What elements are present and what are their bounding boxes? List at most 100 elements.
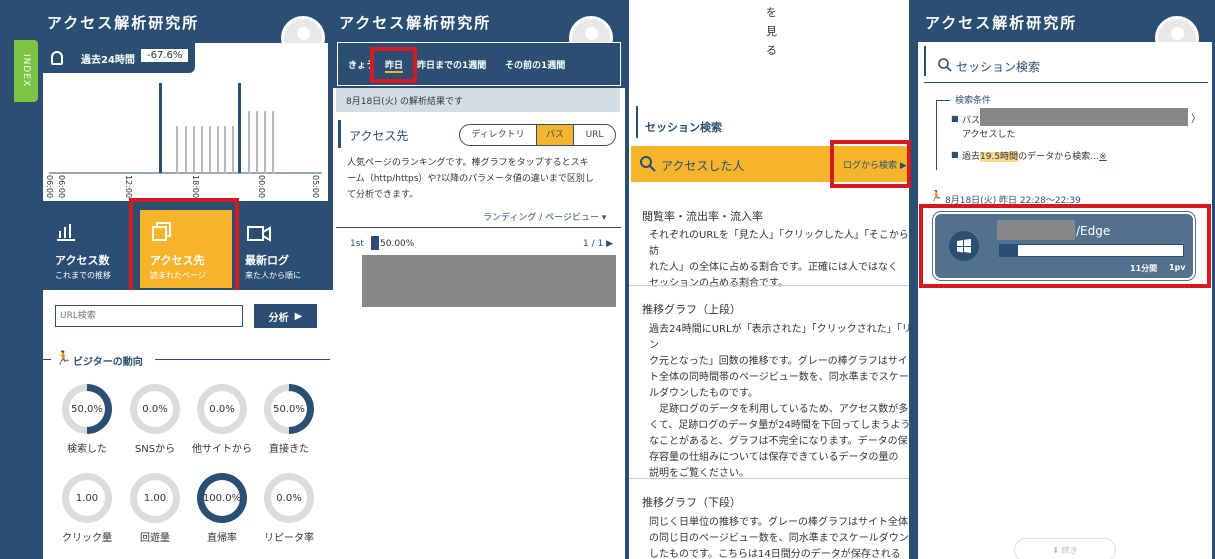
chart-area: 過去24時間 -67.6% 06:00 06:00 12:00 18:00 00…: [43, 43, 328, 201]
cond-bracket-top: [936, 100, 950, 101]
divider-line: [43, 359, 51, 360]
index-tab-label: INDEX: [21, 54, 31, 88]
rank-bar: [371, 236, 379, 250]
donut-chart: 0.0%: [264, 473, 314, 523]
rank-label: 1st: [350, 239, 364, 249]
donut-label: クリック量: [62, 533, 112, 544]
donut-value: 0.0%: [204, 391, 240, 427]
donut-chart: 50.0%: [62, 384, 112, 434]
para-line: の同じ日のページビュー数を、同水準までスケールダウン: [649, 533, 909, 544]
panel-session-search: アクセス解析研究所 セッション検索 検索条件 ■ パス 〉 アクセスした ■ 過…: [915, 0, 1215, 559]
search-icon: [938, 58, 952, 72]
download-icon: ⬇: [1052, 545, 1062, 555]
cond-period: 過去19.5時間のデータから検索…※: [962, 149, 1107, 162]
description: 人気ページのランキングです。棒グラフをタップするとスキ ーム（http/http…: [347, 155, 594, 203]
para-line: 過去24時間にURLが「表示された」「クリックされた」「リン: [649, 324, 912, 351]
donut-value: 50.0%: [69, 391, 105, 427]
divider-line: [629, 285, 909, 286]
more-label: 続き: [1061, 545, 1078, 555]
help-para: それぞれのURLを「見た人」「クリックした人」「そこから訪 れた人」の全体に占め…: [649, 228, 915, 292]
donut-label: 回遊量: [140, 533, 170, 544]
para-line: 存容量の仕組みについては保存できているデータの量の: [649, 452, 899, 463]
pager[interactable]: 1 / 1 ▶: [583, 239, 613, 249]
seg-directory[interactable]: ディレクトリ: [460, 125, 536, 145]
tile-title: 最新ログ: [245, 254, 289, 267]
video-icon: [247, 226, 271, 242]
seg-path[interactable]: パス: [536, 125, 574, 145]
redacted-block: [362, 255, 616, 307]
sort-dropdown[interactable]: ランディング / ページビュー ▾: [483, 210, 606, 223]
help-title: セッション検索: [645, 121, 722, 134]
vertical-text: 見: [766, 25, 777, 38]
bullet: ■: [951, 114, 959, 123]
donut-value: 0.0%: [271, 480, 307, 516]
para-line: ト全体の同時間帯のページビュー数を、同水準までスケー: [649, 372, 909, 383]
axis-tick: 18:00: [191, 175, 200, 199]
tab-week[interactable]: 昨日までの1週間: [417, 58, 486, 71]
url-search-input[interactable]: [55, 305, 243, 327]
divider-line: [336, 227, 621, 228]
para-line: れた人」の全体に占める割合です。正確には人ではなく: [649, 262, 898, 273]
cond-label: 検索条件: [955, 96, 992, 106]
bullet: ■: [951, 150, 959, 159]
donut-value: 100.0%: [203, 480, 241, 516]
donut-chart: 50.0%: [264, 384, 314, 434]
tile-sub: これまでの推移: [55, 271, 111, 280]
site-logo: アクセス解析研究所: [339, 14, 492, 32]
highlight-box: [919, 204, 1211, 288]
cond-path: パス: [962, 116, 981, 126]
axis-tick: 06:00: [57, 175, 66, 199]
bar-chart-icon: [57, 224, 75, 241]
vertical-text: を: [766, 6, 777, 19]
highlight-box: [830, 140, 911, 188]
cond-bracket: [936, 100, 937, 170]
donut-chart: 1.00: [62, 473, 112, 523]
title-line: [636, 106, 638, 138]
date-banner: 8月18日(火) の解析結果です: [336, 88, 620, 112]
runner-icon: 🏃: [55, 351, 72, 366]
donut-value: 0.0%: [137, 391, 173, 427]
para-line: 説明をご覧ください。: [649, 468, 749, 479]
triangle-right-icon: ▶: [294, 310, 303, 322]
para-line: ルダウンしたものです。: [649, 388, 758, 399]
seg-url[interactable]: URL: [574, 125, 615, 145]
cond-period-pre: 過去: [962, 152, 981, 162]
help-heading: 推移グラフ（下段）: [642, 496, 741, 509]
traffic-bar-chart: [49, 83, 322, 174]
highlight-box: [129, 198, 239, 295]
session-content: セッション検索 検索条件 ■ パス 〉 アクセスした ■ 過去19.5時間のデー…: [918, 42, 1212, 559]
rank-pct: 50.00%: [371, 236, 415, 250]
index-tab[interactable]: INDEX: [14, 40, 38, 102]
panel-access-dest: アクセス解析研究所 きょう 昨日 昨日までの1週間 その前の1週間 8月18日(…: [333, 0, 625, 559]
panel-dashboard: アクセス解析研究所 INDEX 過去24時間 -67.6% 06:00 06:0…: [0, 0, 333, 559]
lower-area: 分析 ▶ 🏃 ビジターの動向 50.0% 検索した 0.0% SNSから 0.0% 他サイト…: [43, 290, 333, 559]
tile-latest-log[interactable]: 最新ログ 来た人から順に: [239, 208, 329, 288]
note-link[interactable]: ※: [1099, 152, 1107, 162]
vertical-text: る: [766, 44, 777, 57]
site-logo: アクセス解析研究所: [47, 14, 200, 32]
divider-line: [629, 478, 909, 479]
analyze-label: 分析: [268, 312, 289, 324]
desc-line: て分析できます。: [347, 190, 419, 200]
tile-access-count[interactable]: アクセス数 これまでの推移: [43, 208, 133, 288]
redacted-block: [980, 108, 1188, 126]
desc-line: 人気ページのランキングです。棒グラフをタップするとスキ: [347, 158, 589, 168]
highlight-box: [370, 47, 417, 83]
sort-dropdown-label: ランディング / ページビュー: [483, 213, 599, 223]
rank-pct-value: 50.00%: [380, 238, 415, 249]
section-title: アクセス先: [349, 129, 409, 143]
more-button[interactable]: ⬇ 続き: [1014, 538, 1116, 559]
tile-sub: 来た人から順に: [245, 271, 301, 280]
title-line: [924, 46, 926, 76]
donut-value: 1.00: [69, 480, 105, 516]
donut-label: 他サイトから: [192, 444, 252, 455]
para-line: ク元となった」回数の推移です。グレーの棒グラフはサイ: [649, 356, 908, 367]
para-line: セッションの占める割合です。: [649, 278, 788, 289]
date-banner-text: 8月18日(火) の解析結果です: [346, 97, 464, 107]
axis-tick: 06:00: [45, 175, 54, 199]
donut-value: 50.0%: [271, 391, 307, 427]
donut-label: 検索した: [67, 444, 107, 455]
analyze-button[interactable]: 分析 ▶: [254, 304, 317, 328]
panel-session-help: を 見 る セッション検索 アクセスした人 ログから検索 ▶ 閲覧率・流出率・流…: [625, 0, 915, 559]
tab-prev-week[interactable]: その前の1週間: [505, 58, 565, 71]
